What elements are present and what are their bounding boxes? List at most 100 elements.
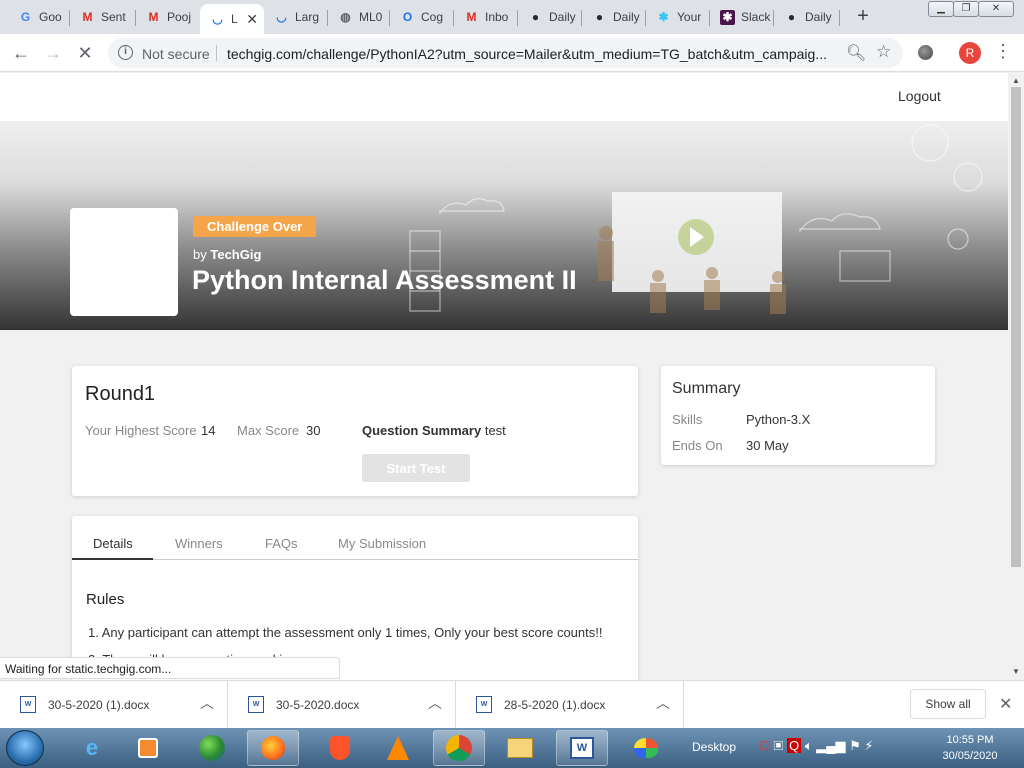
download-item[interactable]: W 30-5-2020 (1).docx ︿: [0, 681, 228, 729]
internet-explorer-icon[interactable]: e: [66, 730, 118, 766]
browser-tab[interactable]: ✱ Your: [646, 4, 710, 30]
scrollbar-thumb[interactable]: [1011, 87, 1021, 567]
system-tray: ⛋ ▣ Q 🔈︎ ▂▄▆ ⚑ ⚡︎: [760, 738, 874, 754]
close-tab-icon[interactable]: ✕: [246, 11, 258, 28]
logout-link[interactable]: Logout: [898, 88, 941, 104]
tab-faqs[interactable]: FAQs: [265, 536, 298, 551]
browser-tab[interactable]: M Sent: [70, 4, 136, 30]
browser-tab[interactable]: ● Daily: [518, 4, 582, 30]
firefox-icon[interactable]: [247, 730, 299, 766]
chevron-up-icon[interactable]: ︿: [656, 693, 670, 713]
flag-icon[interactable]: ⚑: [849, 738, 861, 753]
github-icon: ●: [787, 10, 796, 24]
browser-tab[interactable]: ◍ ML0: [328, 4, 390, 30]
menu-kebab-icon[interactable]: ⋮: [994, 41, 1012, 62]
gmail-icon: M: [466, 10, 477, 24]
details-card: Details Winners FAQs My Submission Rules…: [72, 516, 638, 680]
scroll-up-arrow-icon[interactable]: ▲: [1012, 76, 1020, 85]
system-clock[interactable]: 10:55 PM 30/05/2020: [930, 732, 1010, 764]
minimize-button[interactable]: ▁: [928, 1, 954, 17]
profile-avatar[interactable]: R: [959, 42, 981, 64]
site-header: Logout: [0, 73, 1008, 121]
ends-on-label: Ends On: [672, 438, 723, 453]
vlc-icon[interactable]: [372, 730, 424, 766]
scroll-down-arrow-icon[interactable]: ▼: [1012, 667, 1020, 676]
google-icon: G: [20, 10, 31, 24]
extension-icon[interactable]: [918, 45, 933, 60]
slack-icon: ✱: [658, 10, 669, 24]
max-score-value: 30: [306, 423, 321, 438]
word-document-icon: W: [20, 696, 36, 713]
browser-tab[interactable]: G Goo: [8, 4, 70, 30]
rule-item: 1. Any participant can attempt the asses…: [88, 625, 603, 640]
desktop-toolbar-label[interactable]: Desktop: [692, 740, 736, 754]
show-all-button[interactable]: Show all: [910, 689, 986, 719]
globe-app-icon[interactable]: [186, 730, 238, 766]
chrome-icon[interactable]: [433, 730, 485, 766]
status-badge: Challenge Over: [193, 216, 317, 237]
active-tab-indicator: [72, 558, 153, 560]
power-icon[interactable]: ⚡︎: [864, 738, 873, 753]
summary-card: Summary Skills Python-3.X Ends On 30 May: [661, 366, 935, 465]
media-player-icon[interactable]: [122, 730, 174, 766]
brave-icon[interactable]: [314, 730, 366, 766]
forward-arrow-icon[interactable]: →: [42, 42, 64, 64]
browser-tab[interactable]: ✱ Slack: [710, 4, 774, 30]
browser-tab[interactable]: ● Daily: [774, 4, 840, 30]
browser-toolbar: ← → ✕ i Not secure techgig.com/challenge…: [0, 34, 1024, 72]
browser-tab-active[interactable]: ◡ L ✕: [200, 4, 264, 34]
skills-value: Python-3.X: [746, 412, 811, 427]
challenge-logo: [70, 208, 178, 316]
app-tray-icon[interactable]: ▣: [774, 738, 784, 753]
volume-icon[interactable]: 🔈︎: [805, 738, 813, 753]
page-title: Python Internal Assessment II: [192, 265, 577, 295]
chevron-up-icon[interactable]: ︿: [428, 693, 442, 713]
address-bar[interactable]: i Not secure techgig.com/challenge/Pytho…: [108, 38, 903, 68]
file-explorer-icon[interactable]: [494, 730, 546, 766]
zoom-icon[interactable]: 🔍︎: [846, 43, 866, 63]
organizer-name[interactable]: TechGig: [210, 247, 261, 262]
browser-tab[interactable]: M Pooj: [136, 4, 200, 30]
tab-my-submission[interactable]: My Submission: [338, 536, 426, 551]
browser-tab[interactable]: O Cog: [390, 4, 454, 30]
gmail-icon: M: [82, 10, 93, 24]
status-bubble: Waiting for static.techgig.com...: [0, 657, 340, 679]
browser-tab[interactable]: M Inbo: [454, 4, 518, 30]
acrobat-icon[interactable]: ⛋: [760, 738, 770, 753]
details-tabs: Details Winners FAQs My Submission: [72, 530, 638, 560]
cognizant-icon: O: [402, 10, 413, 24]
word-document-icon: W: [476, 696, 492, 713]
info-icon[interactable]: i: [118, 45, 133, 60]
download-item[interactable]: W 28-5-2020 (1).docx ︿: [456, 681, 684, 729]
tab-strip: G Goo M Sent M Pooj ◡ L ✕ ◡ Larg ◍ ML0 O…: [0, 0, 1024, 34]
new-tab-button[interactable]: +: [852, 5, 874, 27]
organizer-byline: by TechGig: [193, 247, 262, 262]
summary-title: Summary: [672, 380, 741, 397]
tab-winners[interactable]: Winners: [175, 536, 223, 551]
start-button[interactable]: [6, 730, 44, 766]
page-scrollbar[interactable]: ▲ ▼: [1008, 73, 1024, 680]
start-test-button[interactable]: Start Test: [362, 454, 470, 482]
close-shelf-icon[interactable]: ✕: [999, 694, 1012, 714]
browser-tab[interactable]: ● Daily: [582, 4, 646, 30]
bookmark-star-icon[interactable]: ☆: [876, 42, 891, 62]
paint-icon[interactable]: [620, 730, 672, 766]
stop-loading-icon[interactable]: ✕: [74, 42, 96, 64]
url-text[interactable]: techgig.com/challenge/PythonIA2?utm_sour…: [227, 46, 827, 62]
close-window-button[interactable]: ✕: [978, 1, 1014, 17]
word-icon[interactable]: W: [556, 730, 608, 766]
network-signal-icon[interactable]: ▂▄▆: [816, 738, 845, 753]
chevron-up-icon[interactable]: ︿: [200, 693, 214, 713]
loading-icon: ◡: [276, 10, 287, 24]
github-icon: ●: [595, 10, 604, 24]
word-document-icon: W: [248, 696, 264, 713]
q-app-icon[interactable]: Q: [787, 738, 802, 753]
challenge-banner: Challenge Over by TechGig Python Interna…: [0, 121, 1008, 330]
skills-label: Skills: [672, 412, 703, 427]
highest-score-label: Your Highest Score: [85, 423, 197, 438]
tab-details[interactable]: Details: [93, 536, 133, 551]
maximize-button[interactable]: ❐: [953, 1, 979, 17]
browser-tab[interactable]: ◡ Larg: [264, 4, 328, 30]
back-arrow-icon[interactable]: ←: [10, 42, 32, 64]
download-item[interactable]: W 30-5-2020.docx ︿: [228, 681, 456, 729]
